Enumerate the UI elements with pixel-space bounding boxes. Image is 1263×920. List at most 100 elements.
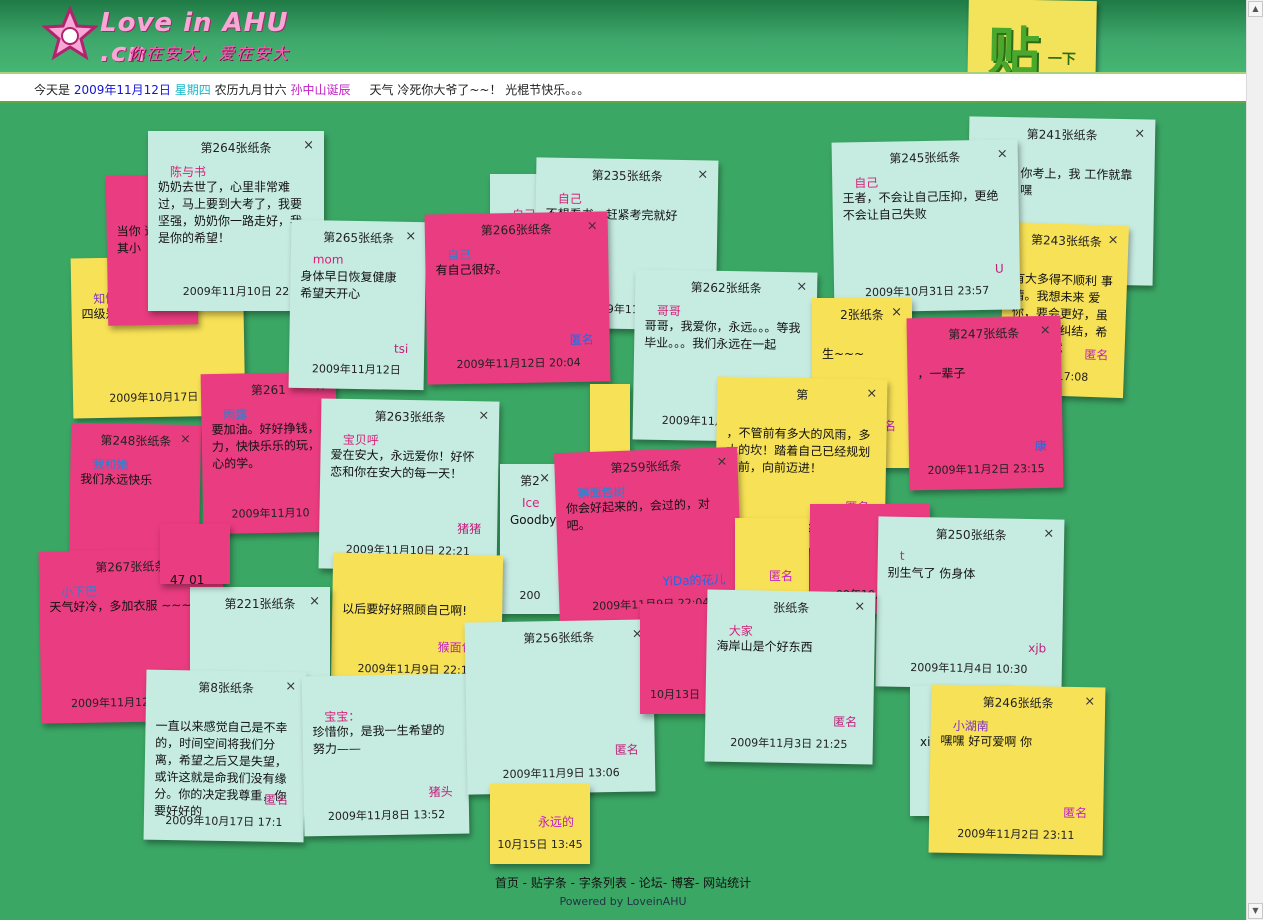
note-recipient: 宝宝： bbox=[324, 709, 361, 725]
footer-link-forum[interactable]: 论坛 bbox=[639, 876, 663, 890]
note-author: 匿名 bbox=[614, 742, 639, 758]
note-card[interactable]: 第247张纸条 × ，一辈子康 2009年11月2日 23:15 bbox=[906, 315, 1064, 491]
note-date: 200 bbox=[519, 589, 541, 602]
note-title: 第235张纸条 bbox=[591, 168, 663, 184]
close-icon[interactable]: × bbox=[1043, 526, 1054, 541]
holiday-text: 孙中山诞辰 bbox=[290, 83, 351, 97]
note-body: 别生气了 伤身体 bbox=[887, 565, 976, 582]
note-author: 匿名 bbox=[264, 792, 289, 808]
note-title: 第2 bbox=[520, 474, 540, 488]
note-card[interactable]: 第263张纸条 × 宝贝呼 爱在安大，永远爱你！好怀恋和你在安大的每一天！ 猪猪 2009… bbox=[318, 398, 500, 572]
note-board: 第241张纸条×哥油啊。。你考上，我 工作就靠你啦。。嘿第243张纸条×有大多得… bbox=[0, 104, 1246, 920]
note-card[interactable]: 第250张纸条 × t 别生气了 伤身体 xjb 2009年11月4日 10:30 bbox=[875, 516, 1065, 690]
close-icon[interactable]: × bbox=[866, 386, 877, 401]
footer-link-post[interactable]: 贴字条 bbox=[531, 876, 567, 890]
close-icon[interactable]: × bbox=[1134, 126, 1145, 141]
weather-text: 天气 冷死你大爷了~~！ 光棍节快乐。。。 bbox=[369, 83, 590, 97]
note-title: 第256张纸条 bbox=[523, 630, 595, 646]
powered-by: Powered by LoveinAHU bbox=[559, 895, 687, 908]
note-recipient: 自己 bbox=[447, 247, 472, 263]
note-title: 第 bbox=[796, 387, 809, 403]
note-recipient: t bbox=[899, 548, 905, 563]
post-button-sub: 一下 bbox=[1047, 51, 1076, 68]
close-icon[interactable]: × bbox=[180, 432, 191, 447]
note-recipient: 宝贝呼 bbox=[342, 432, 379, 448]
note-recipient: 小湖南 bbox=[952, 718, 989, 734]
note-card[interactable]: 第246张纸条 × 小湖南 嘿嘿 好可爱啊 你匿名 2009年11月2日 23:11 bbox=[928, 684, 1106, 856]
close-icon[interactable]: × bbox=[997, 147, 1008, 162]
note-recipient: 大家 bbox=[728, 623, 753, 639]
note-author: 匿名 bbox=[1084, 347, 1109, 363]
footer-link-blog[interactable]: 博客 bbox=[671, 876, 695, 890]
close-icon[interactable]: × bbox=[285, 679, 296, 694]
page-scrollbar[interactable]: ▲ ▼ bbox=[1246, 0, 1263, 920]
note-date: 2009年10月17日 17:1 bbox=[165, 813, 283, 830]
close-icon[interactable]: × bbox=[303, 139, 314, 152]
lunar-date: 农历九月廿六 bbox=[214, 83, 287, 97]
note-body: 47 01 bbox=[170, 573, 205, 584]
note-card[interactable]: 第266张纸条 × 自己 有自己很好。 匿名 2009年11月12日 20:04 bbox=[424, 211, 611, 385]
note-recipient: 自己 bbox=[557, 191, 582, 207]
note-card[interactable]: 第265张纸条 × mom 身体早日恢复健康 希望天开心 tsi 2009年11月12日 bbox=[288, 219, 427, 391]
note-recipient: 雨露 bbox=[223, 407, 248, 422]
close-icon[interactable]: × bbox=[716, 454, 727, 469]
close-icon[interactable]: × bbox=[539, 472, 550, 485]
close-icon[interactable]: × bbox=[697, 167, 708, 182]
note-date: 2009年11月2日 23:15 bbox=[927, 461, 1045, 478]
scroll-up-arrow-icon[interactable]: ▲ bbox=[1248, 1, 1263, 17]
note-date: 10月13日 bbox=[650, 688, 700, 701]
close-icon[interactable]: × bbox=[1084, 694, 1095, 709]
note-card[interactable]: 47 01 bbox=[160, 524, 230, 584]
note-card[interactable]: 第245张纸条 × 自己 王者，不会让自己压抑，更绝不会让自己失败 U 2009年10月3… bbox=[831, 139, 1021, 313]
note-recipient: mom bbox=[312, 252, 344, 267]
note-body: 爱在安大，永远爱你！好怀恋和你在安大的每一天！ bbox=[330, 447, 475, 481]
site-footer: 首页 - 贴字条 - 字条列表 - 论坛- 博客- 网站统计 Powered b… bbox=[0, 874, 1246, 908]
close-icon[interactable]: × bbox=[854, 599, 865, 614]
note-title: 第246张纸条 bbox=[982, 695, 1054, 711]
note-card[interactable]: 第2 × Ice Goodbye 200 bbox=[500, 464, 560, 614]
close-icon[interactable]: × bbox=[309, 595, 320, 608]
note-card[interactable]: 永远的 10月15日 13:45 bbox=[490, 784, 590, 864]
scroll-down-arrow-icon[interactable]: ▼ bbox=[1248, 903, 1263, 919]
note-title: 第266张纸条 bbox=[480, 222, 552, 238]
close-icon[interactable]: × bbox=[587, 219, 598, 234]
note-card[interactable]: 第256张纸条 × 匿名 2009年11月9日 13:06 bbox=[464, 619, 656, 795]
note-card[interactable]: 10月13日 bbox=[640, 604, 710, 714]
logo-subtitle: 你在安大，爱在安大 bbox=[128, 44, 291, 63]
note-author: 匿名 bbox=[833, 714, 858, 730]
today-weekday: 星期四 bbox=[174, 83, 211, 97]
note-recipient: 陈与书 bbox=[170, 165, 207, 179]
note-body: 身体早日恢复健康 希望天开心 bbox=[300, 269, 397, 302]
note-date: 2009年11月4日 10:30 bbox=[910, 660, 1028, 677]
note-title: 第245张纸条 bbox=[889, 150, 961, 166]
note-body: 哥哥，我爱你，永远。。。等我毕业。。。我们永远在一起 bbox=[644, 318, 801, 352]
note-title: 第250张纸条 bbox=[935, 527, 1007, 543]
note-author: 永远的 bbox=[537, 815, 574, 829]
footer-link-list[interactable]: 字条列表 bbox=[579, 876, 627, 890]
close-icon[interactable]: × bbox=[478, 408, 489, 423]
close-icon[interactable]: × bbox=[1040, 323, 1051, 338]
close-icon[interactable]: × bbox=[891, 306, 902, 319]
note-author: xjb bbox=[1028, 641, 1047, 656]
close-icon[interactable]: × bbox=[796, 279, 807, 294]
site-logo[interactable]: Love in AHU .cn 你在安大，爱在安大 bbox=[40, 4, 340, 68]
note-card[interactable]: 张纸条 × 大家 海岸山是个好东西 匿名 2009年11月3日 21:25 bbox=[704, 589, 876, 765]
note-date: 2009年11月10 bbox=[231, 506, 310, 521]
footer-link-home[interactable]: 首页 bbox=[495, 876, 519, 890]
note-author: 猪头 bbox=[428, 784, 453, 800]
note-recipient: 小下巴 bbox=[61, 584, 98, 600]
note-card[interactable]: 宝宝： 珍惜你，是我一生希望的努力—— 猪头 2009年11月8日 13:52 bbox=[301, 673, 470, 837]
close-icon[interactable]: × bbox=[1107, 232, 1118, 247]
footer-link-stats[interactable]: 网站统计 bbox=[703, 876, 751, 890]
note-card[interactable]: 第8张纸条 × 一直以来感觉自己是不幸的，时间空间将我们分离，希望之后又是失望，或许… bbox=[143, 669, 307, 843]
note-author: 匿名 bbox=[569, 332, 594, 348]
note-body: 王者，不会让自己压抑，更绝不会让自己失败 bbox=[842, 188, 999, 223]
note-body: 你会好起来的，会过的，对吧。 bbox=[565, 496, 711, 533]
note-body: 有自己很好。 bbox=[435, 262, 508, 278]
close-icon[interactable]: × bbox=[405, 229, 416, 244]
today-label: 今天是 bbox=[34, 83, 71, 97]
note-body: 以后要好好照顾自己啊! bbox=[342, 601, 468, 618]
note-author: 匿名 bbox=[1063, 805, 1088, 821]
note-body: 天气好冷，多加衣服 ~~~ bbox=[49, 597, 192, 615]
note-card[interactable]: 第261×雨露要加油。好好挣钱，力，快快乐乐的玩，心的学。2009年11月10 bbox=[200, 371, 339, 535]
